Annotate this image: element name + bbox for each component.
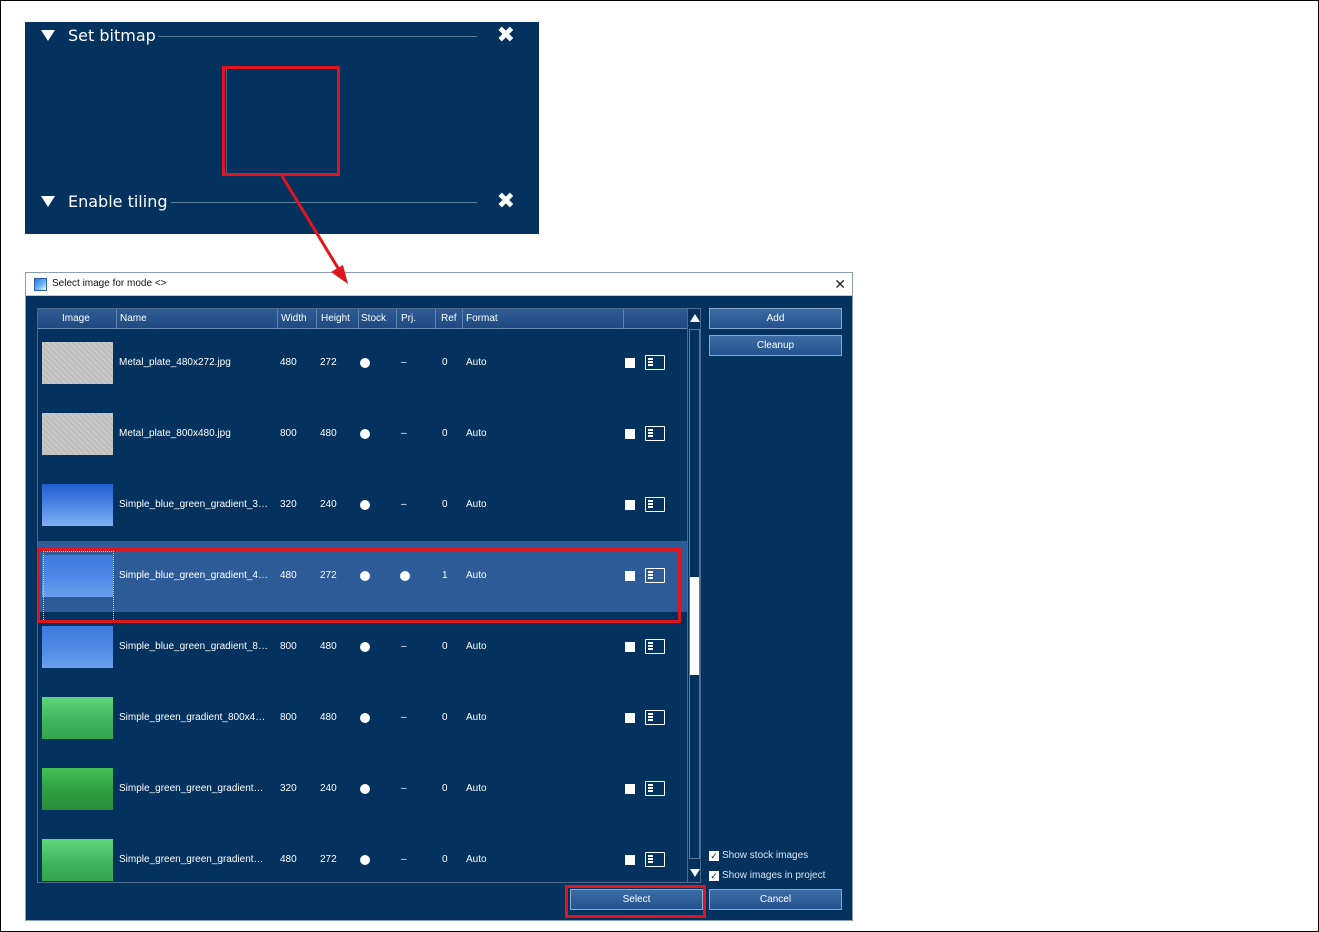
callout-arrow: [280, 175, 348, 284]
